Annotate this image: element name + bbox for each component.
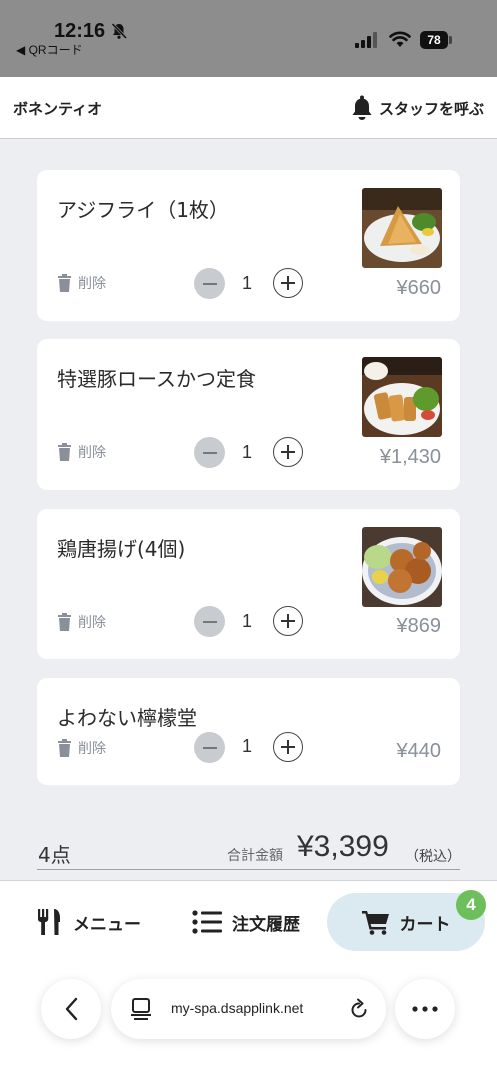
delete-label: 削除 <box>78 741 106 757</box>
item-photo-fried-chicken <box>362 527 442 607</box>
cart-item-card: 鶏唐揚げ(4個) 削除 1 ¥869 <box>37 509 460 659</box>
increase-quantity-button[interactable] <box>273 268 303 298</box>
quantity-value: 1 <box>241 442 252 462</box>
address-bar[interactable]: my-spa.dsapplink.net <box>111 979 386 1039</box>
item-price: ¥440 <box>396 740 442 762</box>
item-price: ¥660 <box>396 277 442 299</box>
browser-more-button[interactable] <box>395 979 455 1039</box>
cellular-signal-icon <box>355 32 377 48</box>
reload-icon[interactable] <box>348 998 370 1020</box>
battery-cap <box>449 36 452 44</box>
bell-icon <box>352 95 372 120</box>
delete-button[interactable]: 削除 <box>57 442 106 462</box>
trash-icon <box>58 274 71 292</box>
increase-quantity-button[interactable] <box>273 606 303 636</box>
trash-icon <box>58 443 71 461</box>
url-text: my-spa.dsapplink.net <box>171 1000 304 1016</box>
quantity-value: 1 <box>241 736 252 756</box>
nav-cart-label: カート <box>399 914 451 935</box>
cart-item-card: 特選豚ロースかつ定食 削除 1 ¥1,430 <box>37 339 460 490</box>
item-price: ¥869 <box>396 615 442 637</box>
trash-icon <box>58 739 71 757</box>
total-label: 合計金額 <box>227 848 283 864</box>
summary-divider <box>37 869 460 870</box>
more-dots-icon <box>412 1006 438 1012</box>
item-price: ¥1,430 <box>379 446 441 468</box>
quantity-value: 1 <box>241 611 252 631</box>
page-tabs-icon <box>131 998 151 1020</box>
cart-count-badge: 4 <box>456 890 486 920</box>
plus-icon <box>281 740 295 754</box>
bell-mute-icon <box>111 22 128 40</box>
minus-icon <box>202 451 217 454</box>
total-amount: ¥3,399 <box>297 830 389 863</box>
delete-label: 削除 <box>78 615 106 631</box>
decrease-quantity-button[interactable] <box>194 437 225 468</box>
delete-button[interactable]: 削除 <box>57 738 106 758</box>
item-name: アジフライ（1枚） <box>57 198 229 222</box>
nav-order-history-label: 注文履歴 <box>232 914 300 935</box>
decrease-quantity-button[interactable] <box>194 268 225 299</box>
item-name: 特選豚ロースかつ定食 <box>57 367 256 391</box>
increase-quantity-button[interactable] <box>273 732 303 762</box>
delete-label: 削除 <box>78 276 106 292</box>
delete-button[interactable]: 削除 <box>57 612 106 632</box>
nav-order-history[interactable]: 注文履歴 <box>192 893 300 951</box>
call-staff-button[interactable]: スタッフを呼ぶ <box>351 93 484 123</box>
trash-icon <box>58 613 71 631</box>
cart-item-card: よわない檸檬堂 削除 1 ¥440 <box>37 678 460 785</box>
plus-icon <box>281 276 295 290</box>
fork-knife-icon <box>38 909 60 935</box>
nav-menu-label: メニュー <box>73 914 141 935</box>
status-bar: 12:16 ◀ QRコード 78 <box>0 0 497 77</box>
shop-name: ボネンティオ <box>13 100 103 118</box>
delete-button[interactable]: 削除 <box>57 273 106 293</box>
tax-label: （税込） <box>405 849 461 865</box>
browser-back-button[interactable] <box>41 979 101 1039</box>
app-header: ボネンティオ スタッフを呼ぶ <box>0 77 497 139</box>
chevron-left-icon <box>65 997 78 1021</box>
item-name: よわない檸檬堂 <box>57 706 197 730</box>
nav-menu[interactable]: メニュー <box>37 893 141 951</box>
plus-icon <box>281 614 295 628</box>
wifi-icon <box>389 31 411 47</box>
call-staff-label: スタッフを呼ぶ <box>378 99 484 118</box>
cart-item-card: アジフライ（1枚） 削除 1 ¥660 <box>37 170 460 321</box>
delete-label: 削除 <box>78 445 106 461</box>
plus-icon <box>281 445 295 459</box>
decrease-quantity-button[interactable] <box>194 606 225 637</box>
item-name: 鶏唐揚げ(4個) <box>57 537 186 561</box>
minus-icon <box>202 746 217 749</box>
decrease-quantity-button[interactable] <box>194 732 225 763</box>
status-time: 12:16 <box>54 20 106 42</box>
item-photo-pork-cutlet-set <box>362 357 442 437</box>
battery-indicator: 78 <box>420 31 448 49</box>
minus-icon <box>202 282 217 285</box>
back-to-app-link[interactable]: ◀ QRコード <box>16 41 83 58</box>
increase-quantity-button[interactable] <box>273 437 303 467</box>
item-count: 4点 <box>38 843 71 867</box>
cart-icon <box>361 911 389 935</box>
quantity-value: 1 <box>241 273 252 293</box>
minus-icon <box>202 620 217 623</box>
item-photo-fried-horse-mackerel <box>362 188 442 268</box>
list-icon <box>192 910 222 934</box>
